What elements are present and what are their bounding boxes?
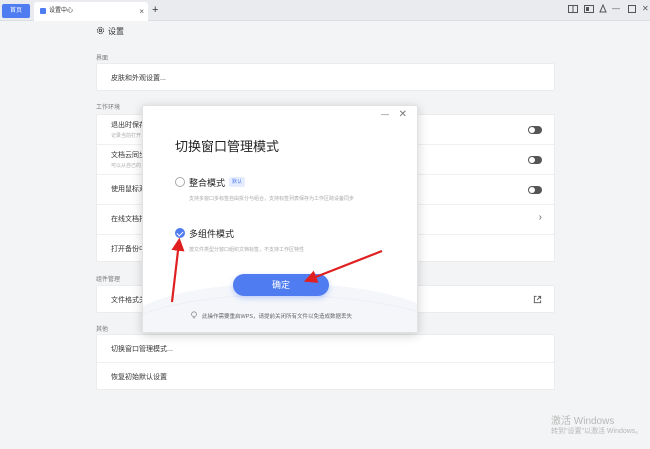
interface-card: 皮肤和外观设置... bbox=[96, 63, 555, 91]
window-icon[interactable] bbox=[584, 5, 594, 13]
home-tab[interactable]: 首页 bbox=[2, 4, 30, 18]
maximize-button[interactable] bbox=[628, 5, 636, 13]
close-window-button[interactable]: ✕ bbox=[642, 3, 649, 15]
dialog-minimize-button[interactable]: — bbox=[381, 110, 389, 119]
dialog-title: 切换窗口管理模式 bbox=[175, 139, 280, 154]
row-title: 退出时保存 bbox=[111, 122, 146, 129]
option-label: 整合模式 bbox=[189, 178, 226, 188]
switch-window-mode-row[interactable]: 切换窗口管理模式... bbox=[97, 335, 554, 363]
title-bar: 首页 设置中心 × + — ✕ bbox=[0, 0, 650, 21]
other-card: 切换窗口管理模式... 恢复初始默认设置 bbox=[96, 334, 555, 390]
lightbulb-icon bbox=[191, 311, 197, 319]
layout-icon[interactable] bbox=[568, 5, 578, 13]
cloud-sync-toggle[interactable] bbox=[528, 156, 542, 164]
external-link-icon[interactable] bbox=[533, 295, 542, 304]
row-subtitle: 记录当前打开 bbox=[111, 133, 142, 139]
row-title: 打开备份中 bbox=[111, 246, 146, 253]
section-label-components: 组件管理 bbox=[96, 277, 121, 283]
page-title: 设置 bbox=[108, 27, 124, 36]
radio-multi-component-mode[interactable] bbox=[175, 228, 185, 238]
row-subtitle: 可以从自己的 bbox=[111, 163, 142, 169]
section-label-interface: 界面 bbox=[96, 56, 109, 62]
option-description: 支持多窗口多标签自由拆分与组合，支持标签列表保存为工作区跨设备同步 bbox=[189, 196, 355, 202]
row-title: 切换窗口管理模式... bbox=[111, 346, 173, 353]
tab-settings-center[interactable]: 设置中心 × bbox=[34, 2, 148, 21]
skin-icon[interactable] bbox=[599, 4, 607, 13]
restart-tip: 此操作需要重启WPS，请提前关闭所有文件以免造成数据丢失 bbox=[202, 314, 353, 320]
section-label-work-env: 工作环境 bbox=[96, 105, 121, 111]
save-on-exit-toggle[interactable] bbox=[528, 126, 542, 134]
option-label: 多组件模式 bbox=[189, 229, 235, 239]
double-click-toggle[interactable] bbox=[528, 186, 542, 194]
new-tab-button[interactable]: + bbox=[152, 2, 158, 19]
minimize-button[interactable]: — bbox=[612, 3, 620, 15]
option-description: 按文件类型分窗口组织文档标签，不支持工作区特性 bbox=[189, 247, 305, 253]
restore-defaults-row[interactable]: 恢复初始默认设置 bbox=[97, 363, 554, 391]
gear-icon bbox=[96, 26, 105, 35]
confirm-button[interactable]: 确定 bbox=[233, 274, 329, 296]
default-badge: 默认 bbox=[229, 177, 246, 187]
row-title: 在线文档打 bbox=[111, 216, 146, 223]
activate-windows-watermark: 激活 Windows bbox=[551, 416, 615, 427]
tab-close-icon[interactable]: × bbox=[139, 2, 144, 21]
activate-windows-hint: 转到"设置"以激活 Windows。 bbox=[551, 428, 643, 435]
chevron-right-icon: › bbox=[538, 212, 542, 223]
row-title: 使用鼠标双 bbox=[111, 186, 146, 193]
settings-tab-icon bbox=[40, 8, 46, 14]
skin-appearance-row[interactable]: 皮肤和外观设置... bbox=[97, 64, 554, 92]
window-mode-dialog: — ✕ 切换窗口管理模式 整合模式 默认 支持多窗口多标签自由拆分与组合，支持标… bbox=[142, 105, 418, 333]
row-title: 文档云同步 bbox=[111, 152, 146, 159]
row-title: 皮肤和外观设置... bbox=[111, 75, 166, 82]
dialog-close-icon[interactable]: ✕ bbox=[399, 109, 407, 120]
section-label-other: 其他 bbox=[96, 327, 109, 333]
radio-integrated-mode[interactable] bbox=[175, 177, 185, 187]
tab-label: 设置中心 bbox=[49, 8, 74, 14]
row-title: 文件格式关 bbox=[111, 297, 146, 304]
row-title: 恢复初始默认设置 bbox=[111, 374, 167, 381]
